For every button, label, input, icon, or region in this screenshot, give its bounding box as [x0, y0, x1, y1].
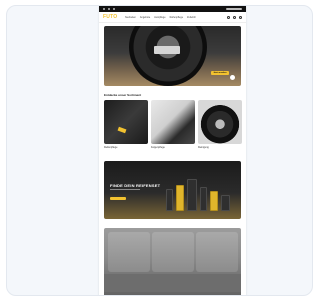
sofa-cushion [152, 232, 194, 272]
category-label[interactable]: Reifenpflege [104, 146, 148, 149]
rim-image [198, 100, 242, 144]
category-tile[interactable]: Reinigung [198, 100, 242, 149]
product-bottle [166, 189, 173, 211]
wheel-cleaning-image [151, 100, 195, 144]
brand-logo[interactable]: FUTO [103, 14, 125, 20]
nav-item[interactable]: Reifenpflege [170, 16, 183, 19]
social-icon[interactable] [103, 8, 105, 10]
tire-image [129, 26, 207, 86]
nav-item[interactable]: Autopflege [154, 16, 165, 19]
sofa-cushion [108, 232, 150, 272]
carousel-indicator[interactable] [230, 75, 235, 80]
preview-card: FUTO Neuheiten Angebote Autopflege Reife… [6, 5, 313, 296]
search-icon[interactable] [227, 15, 230, 19]
nav-item[interactable]: Angebote [140, 16, 150, 19]
nav-item[interactable]: Zubehör [187, 16, 196, 19]
hero-product-image [154, 46, 180, 54]
category-tile[interactable]: Felgenpflege [151, 100, 195, 149]
sofa-image[interactable] [104, 228, 241, 295]
sofa-cushion [196, 232, 238, 272]
product-bottle [210, 191, 218, 211]
utility-links[interactable] [226, 8, 242, 10]
webpage-preview[interactable]: FUTO Neuheiten Angebote Autopflege Reife… [99, 6, 246, 295]
category-tile[interactable]: Reifenpflege [104, 100, 148, 149]
social-icon[interactable] [113, 8, 115, 10]
product-bottle [187, 179, 197, 211]
hero-cta-button[interactable]: Jetzt ansehen [211, 71, 229, 75]
promo-banner[interactable]: FINDE DEIN REIFENSET [104, 161, 241, 219]
account-icon[interactable] [233, 15, 236, 19]
hero-banner[interactable]: Jetzt ansehen [104, 26, 241, 86]
category-label[interactable]: Felgenpflege [151, 146, 195, 149]
sofa-seat [104, 274, 241, 292]
category-label[interactable]: Reinigung [198, 146, 242, 149]
category-tiles: Reifenpflege Felgenpflege Reinigung [104, 100, 242, 149]
product-bottle [200, 187, 207, 211]
social-icon[interactable] [108, 8, 110, 10]
main-navigation: FUTO Neuheiten Angebote Autopflege Reife… [99, 12, 246, 23]
tire-dressing-image [104, 100, 148, 144]
section-title: Entdecke unser Sortiment [104, 93, 142, 97]
promo-title: FINDE DEIN REIFENSET [110, 183, 161, 188]
product-bottle [176, 185, 184, 211]
promo-subtitle [110, 189, 140, 190]
nav-item[interactable]: Neuheiten [125, 16, 136, 19]
promo-cta-button[interactable] [110, 197, 126, 200]
product-bottle [221, 195, 230, 211]
cart-icon[interactable] [239, 15, 242, 19]
